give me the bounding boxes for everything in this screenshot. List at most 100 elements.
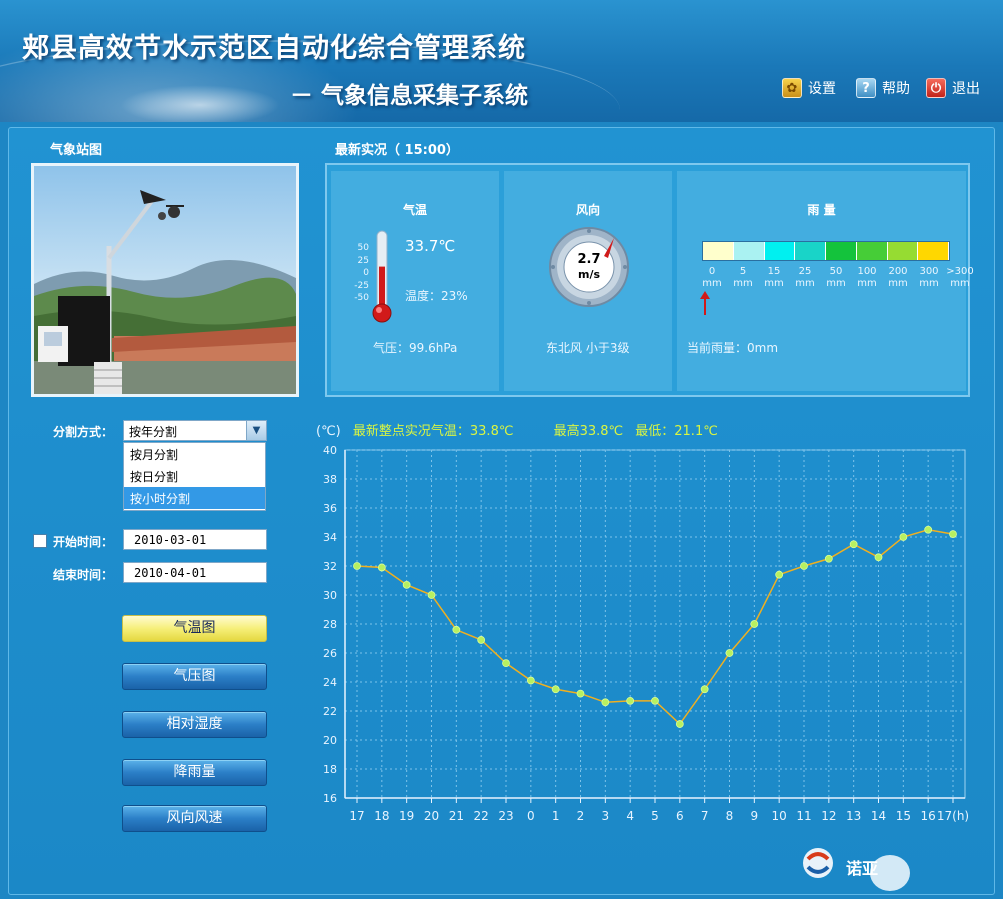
start-time-input[interactable]: 2010-03-01 [123,529,267,550]
chart-x-tick-label: 4 [626,809,634,823]
dropdown-option-day[interactable]: 按日分割 [124,465,265,487]
exit-label: 退出 [952,81,980,97]
end-time-input[interactable]: 2010-04-01 [123,562,267,583]
wind-compass-icon [549,227,629,307]
chart-x-tick-label: 18 [374,809,389,823]
chart-data-point [502,659,510,668]
rainfall-scale-label: 25 mm [795,266,815,289]
wind-speed-unit: m/s [577,268,601,281]
chart-data-point [700,685,709,694]
chart-y-tick-label: 16 [323,792,337,805]
chart-y-tick-label: 18 [323,763,337,776]
chart-x-tick-label: 2 [577,809,585,823]
chevron-down-icon[interactable]: ▼ [246,421,266,440]
logo-mark-icon [803,848,910,891]
rainfall-scale-label: 50 mm [826,266,846,289]
rainfall-color-segment [703,242,734,260]
chart-data-point [526,676,535,685]
chart-y-tick-label: 40 [323,444,337,457]
chart-x-tick-label: 17(h) [937,809,969,823]
help-link[interactable]: ? 帮助 [856,78,910,98]
start-time-label: 开始时间： [53,535,114,549]
settings-label: 设置 [808,81,836,97]
gear-icon: ✿ [782,78,802,98]
exit-link[interactable]: ⏻ 退出 [926,78,980,98]
chart-x-tick-label: 9 [751,809,759,823]
help-icon: ? [856,78,876,98]
chart-y-tick-label: 24 [323,676,337,689]
chart-x-tick-label: 16 [921,809,936,823]
rainfall-indicator-arrow [700,291,710,315]
split-mode-value: 按年分割 [129,425,178,439]
chart-y-tick-label: 34 [323,531,337,544]
weather-station-illustration [34,166,296,394]
rainfall-scale-label: 300 mm [919,266,939,289]
wind-chart-button[interactable]: 风向风速 [122,805,267,832]
chart-data-point [775,570,784,579]
chart-y-tick-label: 26 [323,647,337,660]
rainfall-card: 雨 量 0 mm 5 mm 15 mm 25 mm 50 mm 100 mm 200 mm 300 mm >30… [677,171,974,391]
chart-data-point [750,620,759,628]
chart-data-point [601,698,610,707]
rainfall-chart-button[interactable]: 降雨量 [122,759,267,786]
current-rainfall: 当前雨量：0mm [687,341,779,355]
chart-x-tick-label: 11 [796,809,811,823]
chart-header: (℃) 最新整点实况气温：33.8℃ 最高33.8℃ 最低：21.1℃ [316,420,718,439]
rainfall-color-segment [826,242,857,260]
chart-x-tick-label: 19 [399,809,414,823]
chart-data-point [849,540,858,549]
chart-y-tick-label: 30 [323,589,337,602]
chart-y-tick-label: 20 [323,734,337,747]
header-banner: 郏县高效节水示范区自动化综合管理系统 － 气象信息采集子系统 ✿ 设置 ? 帮助… [0,0,1003,122]
wind-card: 风向 2.7 m/s 东北风 小于3级 [504,171,672,391]
chart-x-tick-label: 21 [449,809,464,823]
thermometer-scale: 50 25 0 -25 -50 [354,243,369,303]
humidity-chart-button[interactable]: 相对湿度 [122,711,267,738]
chart-data-point [899,533,908,541]
split-mode-dropdown: 按月分割 按日分割 按小时分割 [123,442,266,511]
rainfall-color-segment [733,242,765,260]
app-subtitle: － 气象信息采集子系统 [290,83,529,109]
temperature-title: 气温 [402,203,427,217]
chart-x-tick-label: 3 [602,809,610,823]
chart-x-tick-label: 23 [498,809,513,823]
app-title: 郏县高效节水示范区自动化综合管理系统 [22,33,526,64]
help-label: 帮助 [882,81,910,97]
chart-data-point [800,562,808,570]
chart-data-point [626,696,635,705]
dropdown-option-month[interactable]: 按月分割 [124,443,265,465]
chart-x-tick-label: 1 [552,809,560,823]
rainfall-color-segment [887,242,919,260]
chart-data-point [651,696,659,705]
latest-conditions-label: 最新实况（ 15:00） [335,143,459,158]
temperature-line-chart: 1618202224262830323436384017 18 19 20 21 22 23… [323,444,969,823]
settings-link[interactable]: ✿ 设置 [782,78,836,98]
end-time-label: 结束时间： [53,568,114,582]
chart-data-point [551,685,560,694]
rainfall-color-scale [702,241,950,261]
humidity-value: 温度：23% [405,289,468,303]
chart-x-tick-label: 0 [527,809,535,823]
temperature-chart-button[interactable]: 气温图 [122,615,267,642]
chart-unit-label: (℃) [316,424,341,439]
chart-x-tick-label: 7 [701,809,709,823]
chart-x-tick-label: 12 [821,809,836,823]
temperature-value: 33.7℃ [405,237,456,255]
start-time-checkbox[interactable] [33,534,47,548]
chart-x-tick-label: 17 [349,809,364,823]
split-mode-label: 分割方式： [53,425,114,439]
pressure-chart-button[interactable]: 气压图 [122,663,267,690]
split-mode-select[interactable]: 按年分割 ▼ [123,420,267,441]
wind-speed-value: 2.7 [577,252,601,267]
chart-data-point [675,720,684,728]
chart-max-temp: 最高33.8℃ [553,424,624,439]
chart-y-tick-label: 28 [323,618,337,631]
chart-data-point [427,591,436,599]
rainfall-scale-labels: 0 mm 5 mm 15 mm 25 mm 50 mm 100 mm 200 mm 300 mm >300 mm [697,266,973,290]
rainfall-scale-label: 200 mm [888,266,908,289]
rainfall-color-segment [795,242,826,260]
dropdown-option-hour[interactable]: 按小时分割 [124,487,265,509]
power-icon: ⏻ [926,78,946,98]
company-logo: 诺亚 [800,845,1000,895]
chart-x-tick-label: 22 [474,809,489,823]
